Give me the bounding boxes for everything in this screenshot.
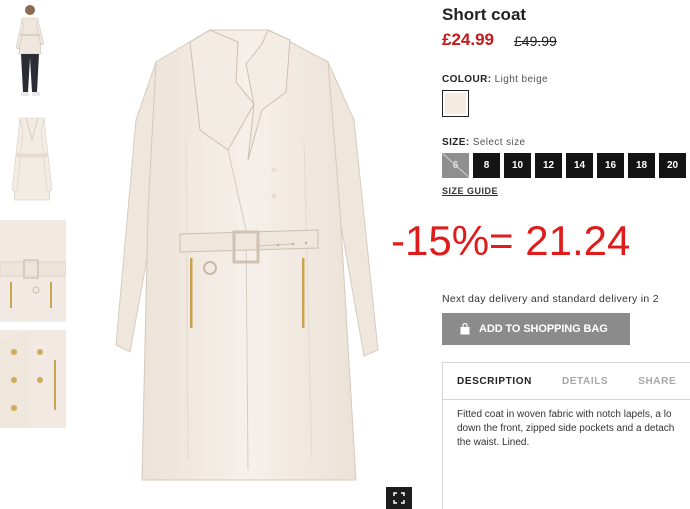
size-option-18[interactable]: 18 <box>628 153 655 178</box>
swatch-fill <box>445 93 466 114</box>
delivery-info: Next day delivery and standard delivery … <box>442 293 659 305</box>
description-line: Fitted coat in woven fabric with notch l… <box>457 409 672 420</box>
size-option-14[interactable]: 14 <box>566 153 593 178</box>
size-option-10[interactable]: 10 <box>504 153 531 178</box>
coat-graphic <box>115 29 379 481</box>
thumbnail-button-graphic <box>0 330 66 428</box>
tab-share[interactable]: SHARE <box>638 376 676 387</box>
product-info-tabs: DESCRIPTION DETAILS SHARE Fitted coat in… <box>442 362 690 509</box>
colour-label: COLOUR: <box>442 74 492 85</box>
thumbnail-belt-graphic <box>0 220 66 322</box>
original-price: £49.99 <box>514 33 557 49</box>
thumbnail-button-detail-image[interactable] <box>0 330 66 428</box>
thumbnail-belt-detail-image[interactable] <box>0 220 66 322</box>
add-to-bag-label: ADD TO SHOPPING BAG <box>479 323 608 335</box>
size-option-12[interactable]: 12 <box>535 153 562 178</box>
size-option-6[interactable]: 6 <box>442 153 469 178</box>
shopping-bag-icon <box>460 323 470 335</box>
thumbnail-model-graphic <box>0 0 66 104</box>
description-line: down the front, zipped side pockets and … <box>457 423 675 434</box>
product-title: Short coat <box>442 5 527 24</box>
colour-value: Light beige <box>494 74 548 85</box>
thumbnail-flat-image[interactable] <box>0 110 66 214</box>
size-value: Select size <box>472 137 526 148</box>
discount-annotation: -15%= 21.24 <box>391 217 631 264</box>
description-line: the waist. Lined. <box>457 437 530 448</box>
size-option-20[interactable]: 20 <box>659 153 686 178</box>
expand-icon <box>393 492 405 504</box>
colour-label-row: COLOUR: Light beige <box>442 74 548 85</box>
expand-image-button[interactable] <box>386 487 412 509</box>
size-guide-link[interactable]: SIZE GUIDE <box>442 186 498 196</box>
main-product-image[interactable] <box>78 0 423 509</box>
description-text: Fitted coat in woven fabric with notch l… <box>443 400 689 450</box>
thumbnail-model-image[interactable] <box>0 0 66 104</box>
add-to-bag-button[interactable]: ADD TO SHOPPING BAG <box>442 313 630 345</box>
tab-description[interactable]: DESCRIPTION <box>457 376 532 387</box>
product-page: Short coat £24.99 £49.99 COLOUR: Light b… <box>0 0 690 509</box>
current-price: £24.99 <box>442 30 494 49</box>
tab-bar: DESCRIPTION DETAILS SHARE <box>443 363 690 400</box>
thumbnail-flat-graphic <box>0 110 66 214</box>
size-option-8[interactable]: 8 <box>473 153 500 178</box>
colour-swatch-light-beige[interactable] <box>442 90 469 117</box>
size-label-row: SIZE: Select size <box>442 137 526 148</box>
size-label: SIZE: <box>442 137 470 148</box>
size-selector: 6 8 10 12 14 16 18 20 <box>442 153 686 178</box>
tab-details[interactable]: DETAILS <box>562 376 608 387</box>
size-option-16[interactable]: 16 <box>597 153 624 178</box>
